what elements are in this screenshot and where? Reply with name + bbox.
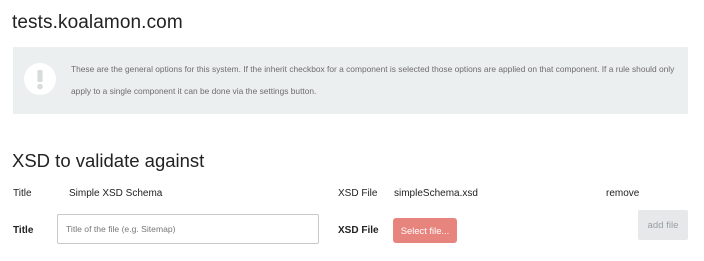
- remove-link[interactable]: remove: [606, 188, 639, 199]
- section-title: XSD to validate against: [12, 150, 205, 171]
- select-file-button[interactable]: Select file...: [393, 218, 457, 243]
- page: tests.koalamon.com These are the general…: [0, 0, 704, 261]
- site-title: tests.koalamon.com: [12, 12, 183, 33]
- existing-file-value: simpleSchema.xsd: [394, 188, 478, 199]
- new-file-label: XSD File: [338, 225, 379, 236]
- existing-title-value: Simple XSD Schema: [69, 188, 163, 199]
- new-title-label: Title: [13, 225, 34, 236]
- info-text: These are the general options for this s…: [71, 64, 675, 96]
- info-box: These are the general options for this s…: [13, 47, 688, 114]
- add-file-button[interactable]: add file: [638, 210, 688, 240]
- existing-title-label: Title: [13, 188, 32, 199]
- existing-file-label: XSD File: [338, 188, 378, 199]
- title-input[interactable]: [57, 214, 319, 244]
- exclamation-icon: [24, 63, 56, 95]
